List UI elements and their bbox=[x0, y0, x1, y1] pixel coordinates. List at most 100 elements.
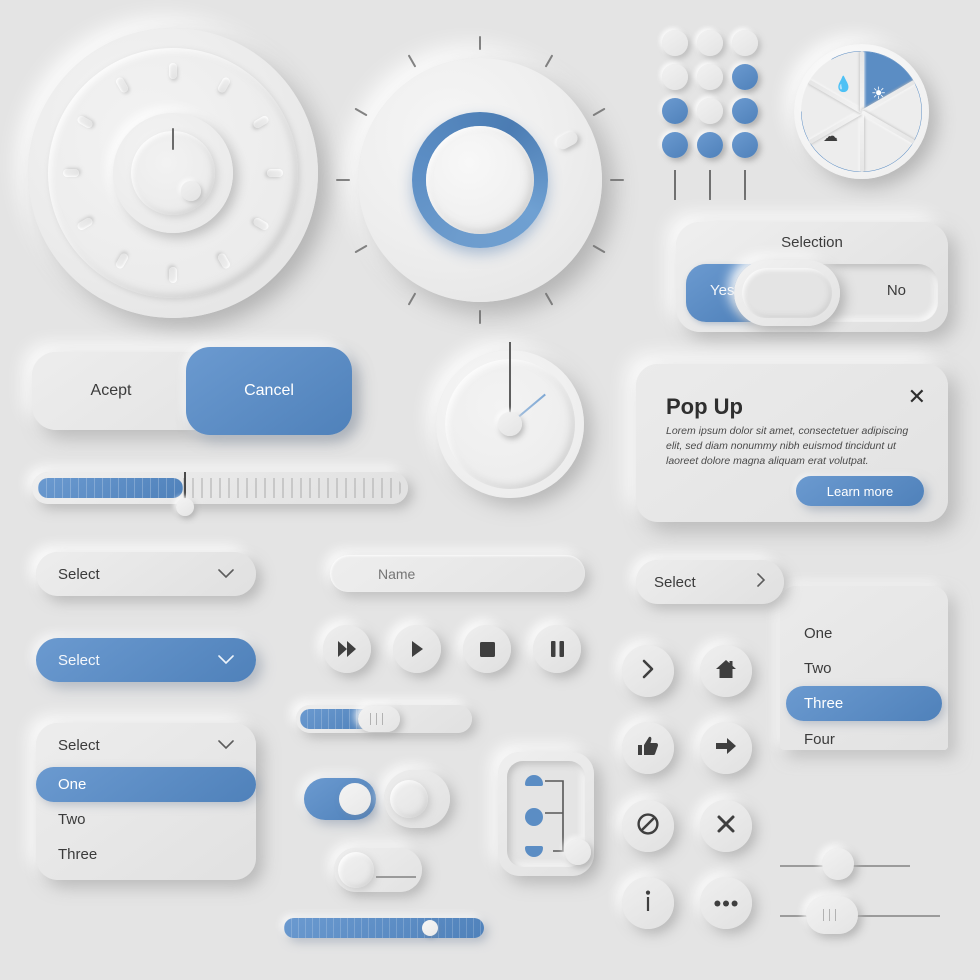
selection-yes-label[interactable]: Yes bbox=[710, 282, 734, 299]
chevron-down-icon bbox=[218, 566, 234, 583]
toggle-switch-on[interactable] bbox=[304, 778, 376, 820]
toggle-switch-off[interactable] bbox=[384, 770, 450, 828]
right-select: One Two Three Four Select bbox=[636, 560, 948, 750]
learn-more-button[interactable]: Learn more bbox=[796, 476, 924, 506]
matrix-dot-off[interactable] bbox=[662, 64, 688, 90]
popup-body-text: Lorem ipsum dolor sit amet, consectetuer… bbox=[666, 425, 909, 468]
knob-tick bbox=[592, 107, 606, 116]
popup-card: Pop Up Lorem ipsum dolor sit amet, conse… bbox=[636, 364, 948, 522]
dial-pip bbox=[252, 216, 271, 232]
knob-tick bbox=[544, 292, 553, 306]
matrix-dot-off[interactable] bbox=[732, 30, 758, 56]
matrix-stem-line bbox=[744, 170, 746, 200]
clock-gauge[interactable] bbox=[436, 342, 584, 498]
blue-slider-stripes bbox=[284, 918, 484, 938]
accept-cancel-bar: Acept Cancel bbox=[32, 347, 352, 435]
blue-progress-slider[interactable] bbox=[284, 918, 484, 938]
toggle-switch-line[interactable] bbox=[334, 848, 422, 892]
ui-kit-canvas: ☀ 💧 ☁ Selection Yes No Acept Cancel Pop … bbox=[0, 0, 980, 980]
block-button[interactable] bbox=[622, 800, 674, 852]
play-button[interactable] bbox=[393, 625, 441, 673]
selection-no-label[interactable]: No bbox=[887, 282, 906, 299]
wheel-spoke bbox=[859, 51, 864, 112]
select-plain-label: Select bbox=[58, 565, 100, 583]
more-button[interactable] bbox=[700, 877, 752, 929]
matrix-dot-on[interactable] bbox=[732, 98, 758, 124]
name-field[interactable] bbox=[330, 555, 585, 592]
blue-slider-knob[interactable] bbox=[422, 920, 438, 936]
selection-track[interactable]: Yes No bbox=[686, 260, 938, 326]
thin-slider-grip-knob[interactable] bbox=[806, 896, 858, 934]
play-icon bbox=[410, 640, 424, 658]
cancel-button[interactable]: Cancel bbox=[186, 347, 352, 435]
tick-slider-handle[interactable] bbox=[176, 498, 194, 516]
select-open-option-one[interactable]: One bbox=[36, 767, 256, 802]
tick-slider[interactable] bbox=[32, 472, 408, 516]
toggle-knob bbox=[338, 852, 374, 888]
more-horizontal-icon bbox=[714, 894, 738, 912]
matrix-dot-on[interactable] bbox=[662, 98, 688, 124]
info-icon bbox=[644, 890, 652, 917]
vertical-step-selector[interactable] bbox=[498, 752, 594, 876]
tick-slider-fill-stripes bbox=[38, 478, 183, 498]
thin-slider-round[interactable] bbox=[780, 848, 910, 884]
fast-forward-button[interactable] bbox=[323, 625, 371, 673]
right-select-header[interactable]: Select bbox=[636, 560, 784, 604]
select-open-option-two[interactable]: Two bbox=[36, 802, 256, 837]
dial-pip bbox=[216, 75, 232, 94]
matrix-dot-on[interactable] bbox=[697, 132, 723, 158]
dial-pip bbox=[75, 216, 94, 232]
info-button[interactable] bbox=[622, 877, 674, 929]
right-option-four[interactable]: Four bbox=[786, 722, 942, 757]
select-open-header[interactable]: Select bbox=[36, 723, 256, 767]
selection-title: Selection bbox=[781, 234, 843, 251]
matrix-dot-on[interactable] bbox=[732, 132, 758, 158]
select-blue[interactable]: Select bbox=[36, 638, 256, 682]
rotary-dial-large[interactable] bbox=[28, 28, 318, 318]
matrix-dot-off[interactable] bbox=[697, 30, 723, 56]
knob-tick bbox=[479, 310, 481, 324]
matrix-dot-on[interactable] bbox=[732, 64, 758, 90]
matrix-dot-off[interactable] bbox=[697, 64, 723, 90]
thin-slider-grip[interactable] bbox=[780, 896, 940, 934]
dial-pip bbox=[63, 169, 79, 177]
right-select-panel: One Two Three Four bbox=[780, 586, 948, 750]
fast-forward-icon bbox=[337, 640, 357, 658]
dial-pip bbox=[169, 267, 177, 283]
right-option-two[interactable]: Two bbox=[786, 651, 942, 686]
mini-slider-grip-handle[interactable] bbox=[358, 706, 400, 732]
vertical-panel-knob[interactable] bbox=[565, 839, 591, 865]
knob-tick bbox=[407, 54, 416, 68]
gauge-center-pin bbox=[498, 412, 522, 436]
matrix-dot-off[interactable] bbox=[697, 98, 723, 124]
select-open-option-three[interactable]: Three bbox=[36, 837, 256, 872]
dial-pip bbox=[267, 169, 283, 177]
toggle-knob bbox=[339, 783, 371, 815]
selection-thumb[interactable] bbox=[734, 260, 840, 326]
right-option-one[interactable]: One bbox=[786, 616, 942, 651]
knob-tick bbox=[354, 107, 368, 116]
grip-lines-icon bbox=[370, 713, 388, 725]
accept-button[interactable]: Acept bbox=[32, 352, 190, 430]
name-input[interactable] bbox=[330, 555, 585, 592]
matrix-dot-on[interactable] bbox=[662, 132, 688, 158]
toggle-knob bbox=[390, 780, 428, 818]
select-plain[interactable]: Select bbox=[36, 552, 256, 596]
close-icon[interactable]: ✕ bbox=[908, 386, 926, 408]
knob-tick bbox=[354, 244, 368, 253]
close-button[interactable] bbox=[700, 800, 752, 852]
weather-wheel[interactable]: ☀ 💧 ☁ bbox=[794, 44, 929, 179]
pause-button[interactable] bbox=[533, 625, 581, 673]
right-select-label: Select bbox=[654, 573, 696, 591]
stop-button[interactable] bbox=[463, 625, 511, 673]
right-option-three[interactable]: Three bbox=[786, 686, 942, 721]
knob-tick bbox=[592, 244, 606, 253]
dial-pip bbox=[75, 114, 94, 130]
thin-slider-knob[interactable] bbox=[822, 848, 854, 880]
matrix-stem-line bbox=[709, 170, 711, 200]
cloud-icon: ☁ bbox=[823, 128, 838, 145]
sun-icon: ☀ bbox=[871, 84, 887, 103]
mini-slider[interactable] bbox=[296, 705, 472, 733]
dot-matrix-indicator[interactable] bbox=[662, 30, 758, 200]
matrix-dot-off[interactable] bbox=[662, 30, 688, 56]
